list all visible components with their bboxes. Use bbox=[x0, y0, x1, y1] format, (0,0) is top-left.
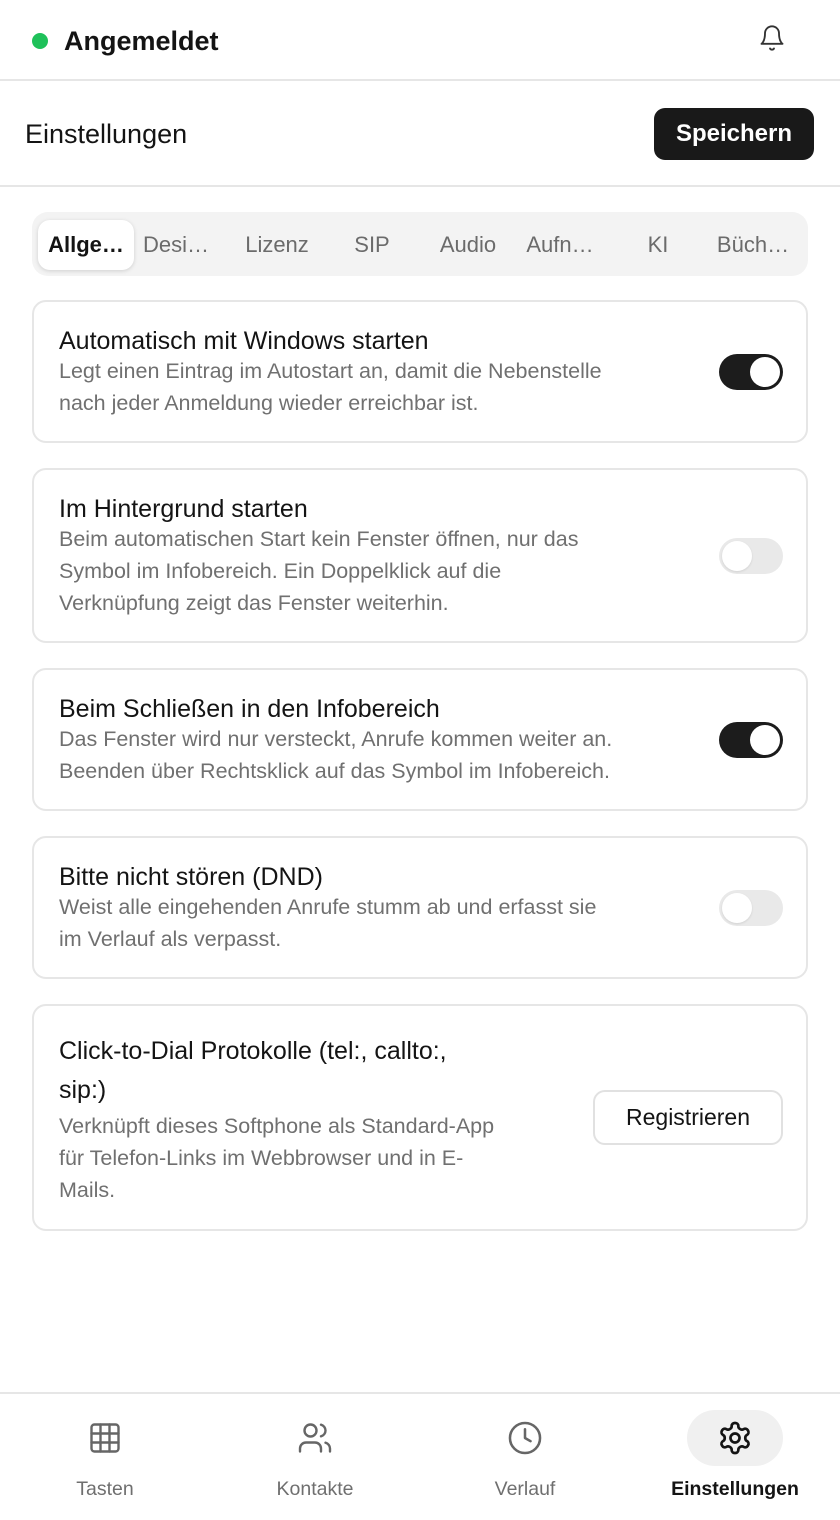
bell-icon bbox=[758, 24, 786, 57]
nav-item-verlauf[interactable]: Verlauf bbox=[420, 1394, 630, 1520]
users-icon bbox=[267, 1410, 363, 1466]
nav-label: Verlauf bbox=[494, 1478, 556, 1500]
toggle-knob bbox=[750, 357, 780, 387]
setting-title-line: sip:) bbox=[59, 1076, 107, 1104]
tab-design[interactable]: Desi… bbox=[138, 220, 214, 270]
setting-title: Beim Schließen in den Infobereich bbox=[59, 695, 440, 723]
close-to-tray-toggle[interactable] bbox=[719, 722, 783, 758]
status-indicator bbox=[32, 33, 48, 49]
setting-description-line: nach jeder Anmeldung wieder erreichbar i… bbox=[59, 391, 479, 415]
save-button[interactable]: Speichern bbox=[654, 108, 814, 160]
setting-card-close-to-tray: Beim Schließen in den Infobereich Das Fe… bbox=[32, 668, 808, 811]
setting-description-line: Verknüpft dieses Softphone als Standard-… bbox=[59, 1114, 495, 1138]
setting-description-line: Symbol im Infobereich. Ein Doppelklick a… bbox=[59, 559, 502, 583]
status-text: Angemeldet bbox=[64, 26, 219, 56]
setting-title: Automatisch mit Windows starten bbox=[59, 327, 429, 355]
nav-item-kontakte[interactable]: Kontakte bbox=[210, 1394, 420, 1520]
nav-item-einstellungen[interactable]: Einstellungen bbox=[630, 1394, 840, 1520]
setting-description-line: Das Fenster wird nur versteckt, Anrufe k… bbox=[59, 727, 613, 751]
settings-tabs: Allge… Desi… Lizenz SIP Audio Aufn… KI B… bbox=[32, 212, 808, 276]
toggle-knob bbox=[722, 541, 752, 571]
toggle-knob bbox=[750, 725, 780, 755]
setting-description-line: Beenden über Rechtsklick auf das Symbol … bbox=[59, 759, 610, 783]
setting-description-line: Weist alle eingehenden Anrufe stumm ab u… bbox=[59, 895, 597, 919]
setting-card-dnd: Bitte nicht stören (DND) Weist alle eing… bbox=[32, 836, 808, 979]
tab-ki[interactable]: KI bbox=[628, 220, 688, 270]
grid-icon bbox=[57, 1410, 153, 1466]
tab-audio[interactable]: Audio bbox=[424, 220, 512, 270]
autostart-toggle[interactable] bbox=[719, 354, 783, 390]
bottom-navigation: Tasten Kontakte Verlauf Einstellungen bbox=[0, 1392, 840, 1520]
status-bar: Angemeldet bbox=[0, 0, 840, 81]
setting-title-line: Click-to-Dial Protokolle (tel:, callto:, bbox=[59, 1037, 447, 1065]
notifications-button[interactable] bbox=[752, 20, 792, 60]
gear-icon bbox=[687, 1410, 783, 1466]
nav-label: Kontakte bbox=[276, 1478, 354, 1500]
setting-card-background-start: Im Hintergrund starten Beim automatische… bbox=[32, 468, 808, 643]
setting-description-line: Beim automatischen Start kein Fenster öf… bbox=[59, 527, 579, 551]
tab-aufnahme[interactable]: Aufn… bbox=[520, 220, 600, 270]
setting-card-click-to-dial: Click-to-Dial Protokolle (tel:, callto:,… bbox=[32, 1004, 808, 1231]
page-header: Einstellungen Speichern bbox=[0, 81, 840, 187]
tab-sip[interactable]: SIP bbox=[332, 220, 412, 270]
setting-description-line: für Telefon-Links im Webbrowser und in E… bbox=[59, 1146, 464, 1170]
register-button[interactable]: Registrieren bbox=[593, 1090, 783, 1145]
nav-label: Einstellungen bbox=[671, 1478, 799, 1500]
setting-title: Bitte nicht stören (DND) bbox=[59, 863, 323, 891]
dnd-toggle[interactable] bbox=[719, 890, 783, 926]
tab-lizenz[interactable]: Lizenz bbox=[230, 220, 324, 270]
tab-allgemein[interactable]: Allge… bbox=[38, 220, 134, 270]
setting-title: Im Hintergrund starten bbox=[59, 495, 308, 523]
setting-description-line: im Verlauf als verpasst. bbox=[59, 927, 282, 951]
background-start-toggle[interactable] bbox=[719, 538, 783, 574]
nav-label: Tasten bbox=[76, 1478, 134, 1500]
tab-buecher[interactable]: Büch… bbox=[708, 220, 798, 270]
clock-icon bbox=[477, 1410, 573, 1466]
setting-card-autostart: Automatisch mit Windows starten Legt ein… bbox=[32, 300, 808, 443]
setting-description-line: Legt einen Eintrag im Autostart an, dami… bbox=[59, 359, 602, 383]
toggle-knob bbox=[722, 893, 752, 923]
page-title: Einstellungen bbox=[25, 119, 188, 149]
nav-item-tasten[interactable]: Tasten bbox=[0, 1394, 210, 1520]
setting-description-line: Verknüpfung zeigt das Fenster weiterhin. bbox=[59, 591, 449, 615]
setting-description-line: Mails. bbox=[59, 1178, 116, 1202]
